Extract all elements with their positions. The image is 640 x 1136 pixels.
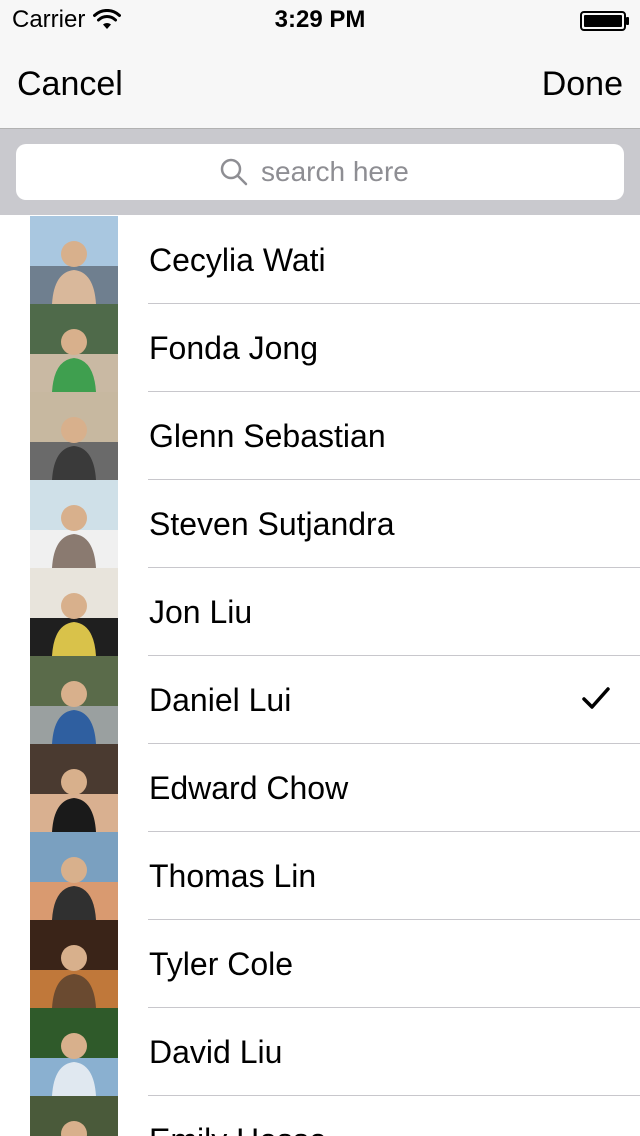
contact-row-5[interactable]: Daniel Lui xyxy=(0,656,640,744)
avatar xyxy=(30,1096,118,1136)
contact-list: Cecylia Wati Fonda Jong Glenn Sebastian xyxy=(0,216,640,1136)
search-icon xyxy=(220,158,248,186)
contact-name: Cecylia Wati xyxy=(149,242,326,278)
search-bar xyxy=(0,129,640,215)
avatar xyxy=(30,656,118,744)
contact-row-1[interactable]: Fonda Jong xyxy=(0,304,640,392)
checkmark-icon xyxy=(582,687,610,709)
contact-name: Daniel Lui xyxy=(149,682,292,718)
search-field[interactable] xyxy=(16,144,624,200)
avatar xyxy=(30,216,118,304)
contact-row-4[interactable]: Jon Liu xyxy=(0,568,640,656)
contact-name: Thomas Lin xyxy=(149,858,317,894)
search-input[interactable] xyxy=(261,156,421,188)
status-bar: Carrier 3:29 PM xyxy=(0,0,640,40)
contact-row-2[interactable]: Glenn Sebastian xyxy=(0,392,640,480)
navigation-bar: Cancel Done xyxy=(0,40,640,129)
contact-name: Steven Sutjandra xyxy=(149,506,395,542)
contact-name: Glenn Sebastian xyxy=(149,418,386,454)
avatar xyxy=(30,920,118,1008)
contact-picker-screen: Carrier 3:29 PM Cancel Done search here … xyxy=(0,0,640,1136)
avatar xyxy=(30,744,118,832)
cancel-button[interactable]: Cancel xyxy=(17,64,123,104)
done-button[interactable]: Done xyxy=(542,64,623,104)
avatar xyxy=(30,304,118,392)
contact-name: David Liu xyxy=(149,1034,283,1070)
contact-name: Edward Chow xyxy=(149,770,349,806)
contact-name: Emily Hesse xyxy=(149,1120,327,1136)
contact-name: Jon Liu xyxy=(149,594,253,630)
contact-row-10[interactable]: Emily Hesse xyxy=(0,1096,640,1136)
contact-row-0[interactable]: Cecylia Wati xyxy=(0,216,640,304)
battery-icon xyxy=(580,11,629,31)
avatar xyxy=(30,832,118,920)
contact-name: Tyler Cole xyxy=(149,946,294,982)
contact-row-7[interactable]: Thomas Lin xyxy=(0,832,640,920)
contact-row-3[interactable]: Steven Sutjandra xyxy=(0,480,640,568)
contact-row-6[interactable]: Edward Chow xyxy=(0,744,640,832)
avatar xyxy=(30,568,118,656)
contact-row-9[interactable]: David Liu xyxy=(0,1008,640,1096)
contact-name: Fonda Jong xyxy=(149,330,319,366)
contact-row-8[interactable]: Tyler Cole xyxy=(0,920,640,1008)
status-time: 3:29 PM xyxy=(274,6,366,33)
avatar xyxy=(30,392,118,480)
avatar xyxy=(30,480,118,568)
avatar xyxy=(30,1008,118,1096)
